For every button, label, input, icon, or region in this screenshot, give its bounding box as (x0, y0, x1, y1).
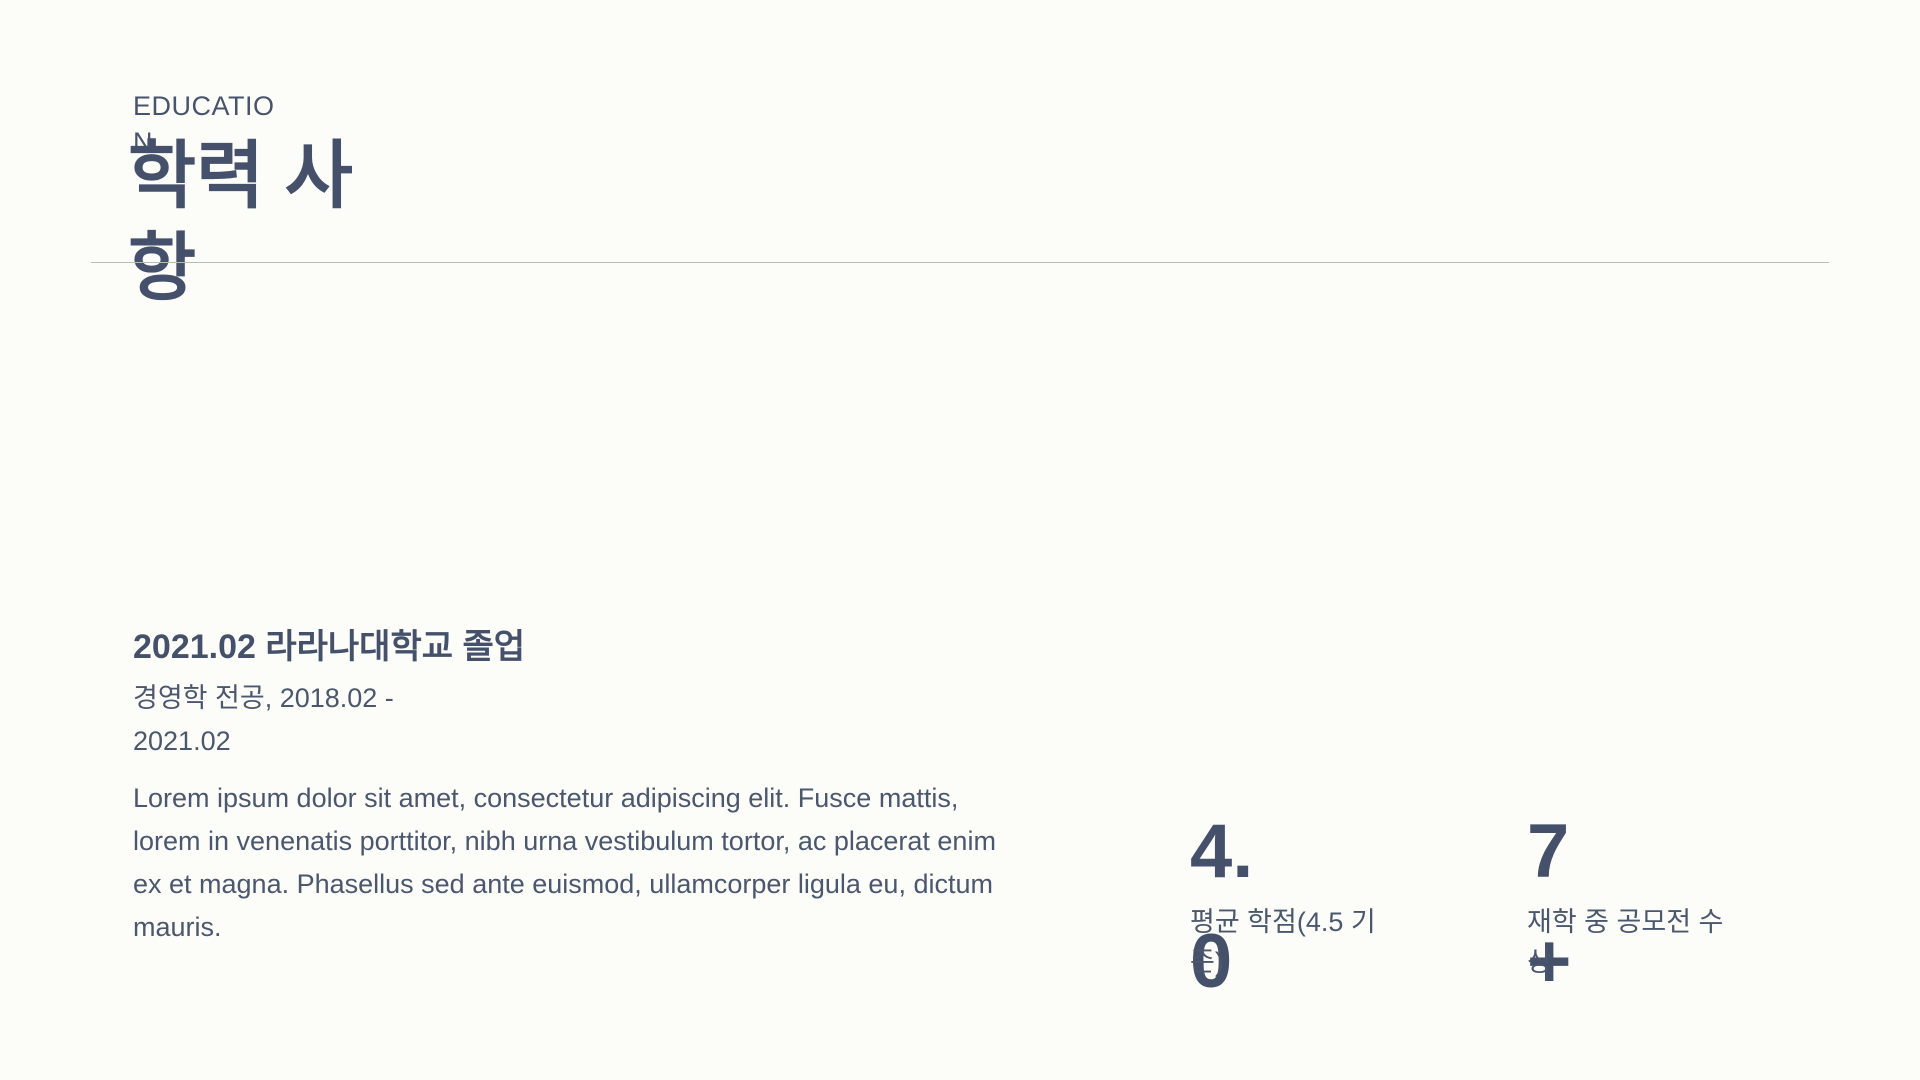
education-entry-description: Lorem ipsum dolor sit amet, consectetur … (133, 783, 996, 942)
page-title: 학력 사항 (128, 134, 353, 309)
education-entry-heading: 2021.02 라라나대학교 졸업 (133, 628, 526, 666)
stat-awards: 7+ 재학 중 공모전 수상 (1527, 797, 1757, 1017)
stat-gpa: 4.0 평균 학점(4.5 기준) (1190, 797, 1420, 1017)
stat-awards-label: 재학 중 공모전 수상 (1527, 907, 1724, 977)
stat-gpa-label: 평균 학점(4.5 기준) (1190, 907, 1376, 977)
education-entry-major-period: 경영학 전공, 2018.02 - 2021.02 (133, 683, 394, 756)
title-divider (91, 262, 1829, 263)
